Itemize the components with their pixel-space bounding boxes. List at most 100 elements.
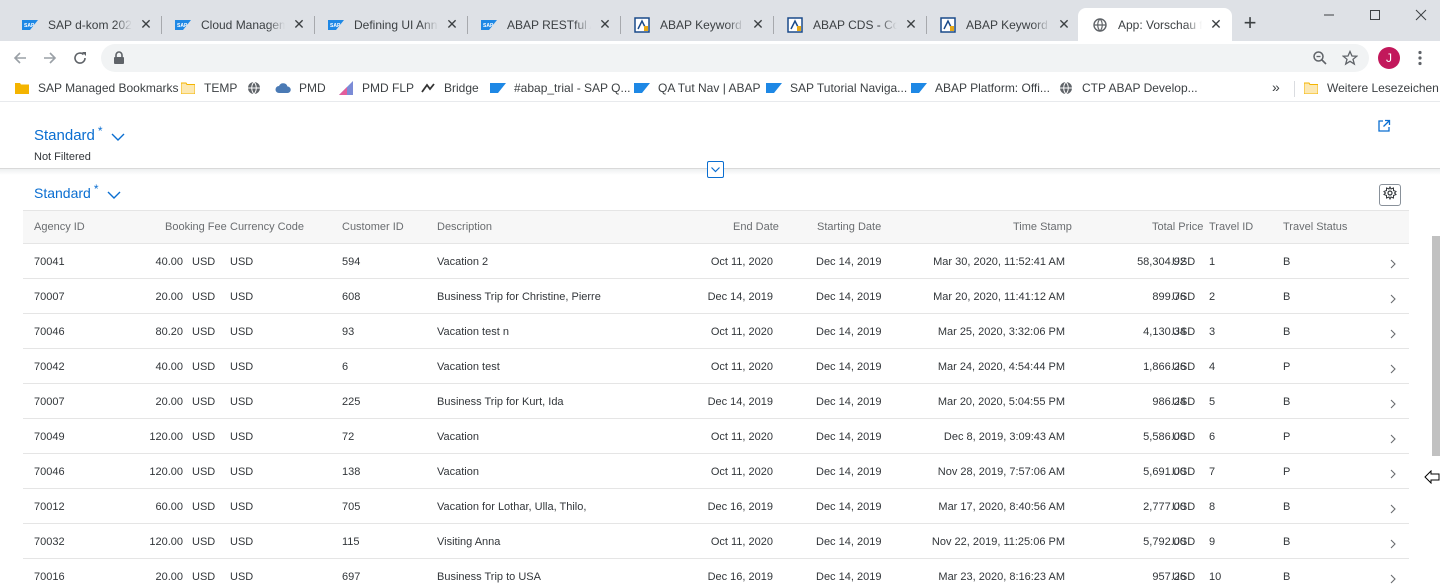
menu-kebab-icon[interactable] [1410, 47, 1430, 69]
chevron-down-icon[interactable] [107, 187, 121, 205]
close-icon[interactable]: ✕ [597, 16, 613, 33]
minimize-icon[interactable] [1306, 3, 1352, 27]
cell-starting-date: Dec 14, 2019 [816, 571, 882, 583]
column-header-total-price[interactable]: Total Price [1152, 221, 1203, 233]
address-bar[interactable] [101, 44, 1369, 72]
maximize-icon[interactable] [1352, 3, 1398, 27]
cell-total-price-currency: USD [1172, 571, 1196, 583]
chevron-right-icon[interactable] [1390, 396, 1398, 409]
table-row[interactable]: 70016 20.00 USD USD 697 Business Trip to USA D… [23, 559, 1409, 586]
other-bookmarks[interactable]: Weitere Lesezeichen [1303, 79, 1439, 97]
table-row[interactable]: 70007 20.00 USD USD 608 Business Trip for Chr… [23, 279, 1409, 314]
tab-title: App: Vorschau für [1118, 17, 1202, 32]
column-header-customer-id[interactable]: Customer ID [342, 221, 404, 233]
close-icon[interactable]: ✕ [750, 16, 766, 33]
close-window-icon[interactable] [1398, 3, 1440, 27]
table-row[interactable]: 70049 120.00 USD USD 72 Vacation Oct 11, 2020 D… [23, 419, 1409, 454]
browser-tab[interactable]: SAP ABAP RESTful Application ✕ [467, 8, 621, 41]
new-tab-button[interactable]: + [1238, 12, 1262, 36]
table-row[interactable]: 70012 60.00 USD USD 705 Vacation for Lothar, … [23, 489, 1409, 524]
table-row[interactable]: 70032 120.00 USD USD 115 Visiting Anna Oct 11,… [23, 524, 1409, 559]
bookmark-item[interactable] [246, 79, 270, 97]
zoom-icon[interactable] [1311, 49, 1329, 67]
bookmarks-overflow-button[interactable]: » [1272, 79, 1280, 95]
bookmark-item[interactable]: #abap_trial - SAP Q... [490, 79, 631, 97]
browser-tab[interactable]: SAP Defining UI Annotations ✕ [314, 8, 468, 41]
globe-icon [246, 80, 262, 96]
chevron-right-icon[interactable] [1390, 431, 1398, 444]
collapse-header-button[interactable] [707, 161, 724, 178]
chevron-right-icon[interactable] [1390, 256, 1398, 269]
cell-customer-id: 225 [342, 396, 361, 408]
bookmark-item[interactable]: SAP Managed Bookmarks [14, 79, 179, 97]
close-icon[interactable]: ✕ [1208, 16, 1224, 33]
address-input[interactable] [137, 48, 1287, 68]
cell-travel-id: 1 [1209, 256, 1216, 268]
column-header-booking-fee[interactable]: Booking Fee [165, 221, 227, 233]
bookmark-item[interactable]: TEMP [180, 79, 237, 97]
table-variant-management[interactable]: Standard * [34, 182, 121, 205]
profile-avatar[interactable]: J [1378, 47, 1400, 69]
cell-agency-id: 70049 [34, 431, 65, 443]
bookmark-label: CTP ABAP Develop... [1082, 81, 1198, 95]
close-icon[interactable]: ✕ [1056, 16, 1072, 33]
bookmark-item[interactable]: QA Tut Nav | ABAP [634, 79, 761, 97]
close-icon[interactable]: ✕ [138, 16, 154, 33]
table-row[interactable]: 70046 80.20 USD USD 93 Vacation test n Oct 11,… [23, 314, 1409, 349]
column-header-end-date[interactable]: End Date [733, 221, 779, 233]
variant-management[interactable]: Standard * [34, 124, 125, 147]
chevron-right-icon[interactable] [1390, 326, 1398, 339]
table-settings-button[interactable] [1379, 184, 1401, 206]
column-header-currency-code[interactable]: Currency Code [230, 221, 304, 233]
cell-total-price-currency: USD [1172, 536, 1196, 548]
column-header-travel-status[interactable]: Travel Status [1283, 221, 1347, 233]
table-row[interactable]: 70041 40.00 USD USD 594 Vacation 2 Oct 11, 202… [23, 244, 1409, 279]
bookmark-item[interactable]: Bridge [420, 79, 479, 97]
cell-end-date: Oct 11, 2020 [710, 536, 773, 548]
cell-currency-code: USD [230, 326, 254, 338]
column-header-starting-date[interactable]: Starting Date [817, 221, 881, 233]
column-header-travel-id[interactable]: Travel ID [1209, 221, 1253, 233]
page-scrollbar[interactable] [1432, 236, 1440, 456]
cell-description: Vacation [437, 466, 479, 478]
chevron-right-icon[interactable] [1390, 536, 1398, 549]
bookmark-item[interactable]: ABAP Platform: Offi... [911, 79, 1050, 97]
table-row[interactable]: 70042 40.00 USD USD 6 Vacation test Oct 11, 20… [23, 349, 1409, 384]
cell-booking-fee-currency: USD [192, 291, 216, 303]
browser-tab[interactable]: SAP SAP d-kom 2020 ✕ [8, 8, 162, 41]
back-arrow-icon[interactable] [8, 46, 32, 70]
chevron-right-icon[interactable] [1390, 571, 1398, 584]
table-row[interactable]: 70046 120.00 USD USD 138 Vacation Oct 11, 2020… [23, 454, 1409, 489]
bookmark-item[interactable]: PMD FLP [338, 79, 414, 97]
bookmark-label: #abap_trial - SAP Q... [514, 81, 631, 95]
travel-table: Agency ID Booking Fee Currency Code Cust… [23, 210, 1409, 586]
cell-time-stamp: Mar 23, 2020, 8:16:23 AM [938, 571, 1065, 583]
cell-currency-code: USD [230, 256, 254, 268]
browser-tab[interactable]: ABAP Keyword Documentation ✕ [926, 8, 1080, 41]
table-row[interactable]: 70007 20.00 USD USD 225 Business Trip for Kur… [23, 384, 1409, 419]
chevron-down-icon[interactable] [111, 129, 125, 147]
chevron-right-icon[interactable] [1390, 361, 1398, 374]
browser-tab[interactable]: SAP Cloud Management ✕ [161, 8, 315, 41]
chevron-right-icon[interactable] [1390, 466, 1398, 479]
cell-customer-id: 697 [342, 571, 361, 583]
column-header-description[interactable]: Description [437, 221, 492, 233]
tab-title: ABAP Keyword Documentation [660, 17, 744, 32]
bookmark-item[interactable]: PMD [275, 79, 326, 97]
chevron-right-icon[interactable] [1390, 501, 1398, 514]
browser-tab-active[interactable]: App: Vorschau für ✕ [1078, 8, 1232, 41]
bookmark-item[interactable]: CTP ABAP Develop... [1058, 79, 1198, 97]
bookmark-item[interactable]: SAP Tutorial Naviga... [766, 79, 907, 97]
column-header-time-stamp[interactable]: Time Stamp [1013, 221, 1072, 233]
forward-arrow-icon[interactable] [38, 46, 62, 70]
share-icon[interactable] [1377, 119, 1393, 135]
close-icon[interactable]: ✕ [291, 16, 307, 33]
column-header-agency-id[interactable]: Agency ID [34, 221, 85, 233]
browser-tab[interactable]: ABAP Keyword Documentation ✕ [620, 8, 774, 41]
reload-icon[interactable] [68, 46, 92, 70]
browser-tab[interactable]: ABAP CDS - Conversion ✕ [773, 8, 927, 41]
bookmark-star-icon[interactable] [1341, 49, 1359, 67]
chevron-right-icon[interactable] [1390, 291, 1398, 304]
close-icon[interactable]: ✕ [444, 16, 460, 33]
close-icon[interactable]: ✕ [903, 16, 919, 33]
